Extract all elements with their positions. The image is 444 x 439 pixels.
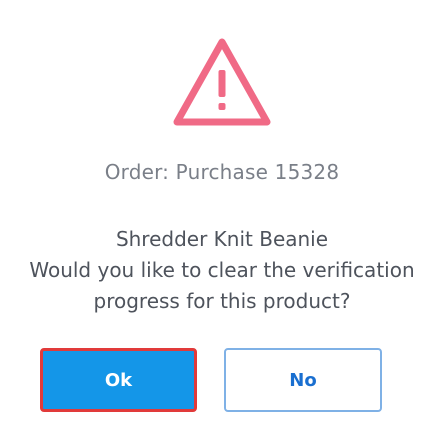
warning-triangle-icon bbox=[173, 38, 271, 126]
product-name: Shredder Knit Beanie bbox=[115, 227, 329, 251]
dialog-message: Shredder Knit Beanie Would you like to c… bbox=[0, 224, 444, 317]
question-line-1: Would you like to clear the verification bbox=[29, 258, 415, 282]
no-button[interactable]: No bbox=[224, 348, 382, 412]
order-label: Order: Purchase 15328 bbox=[104, 160, 340, 184]
ok-button[interactable]: Ok bbox=[40, 348, 197, 412]
confirmation-dialog: Order: Purchase 15328 Shredder Knit Bean… bbox=[0, 0, 444, 439]
question-line-2: progress for this product? bbox=[93, 289, 351, 313]
